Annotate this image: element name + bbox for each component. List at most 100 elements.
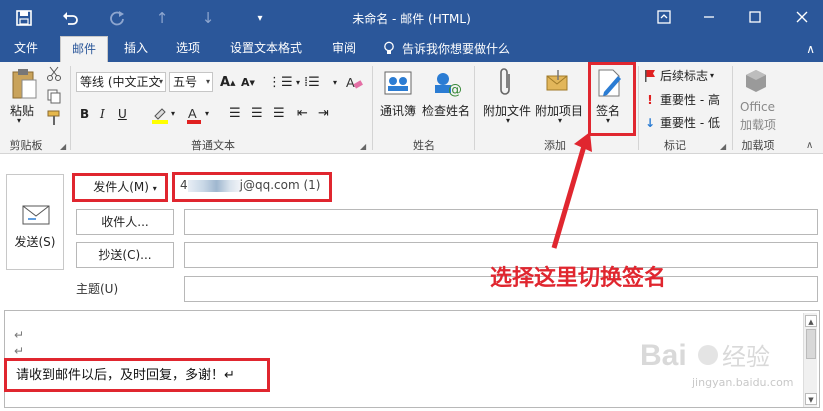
send-label: 发送(S) — [14, 235, 56, 249]
align-center-icon[interactable]: ☰ — [251, 104, 263, 124]
down-arrow-icon: ↓ — [644, 116, 656, 130]
collapse-ribbon-icon[interactable]: ∧ — [806, 42, 815, 56]
grow-font-icon[interactable]: A ▲ — [220, 73, 235, 93]
numbering-dropdown-icon[interactable]: ▾ — [333, 73, 337, 93]
watermark-url: jingyan.baidu.com — [692, 376, 794, 389]
high-importance-label: 重要性 - 高 — [660, 93, 720, 107]
numbering-icon[interactable]: ⁞☰ — [304, 73, 320, 93]
font-size-value: 五号 — [173, 75, 198, 89]
chevron-down-icon: ▾ — [158, 77, 163, 86]
cc-button[interactable]: 抄送(C)... — [76, 242, 174, 268]
italic-icon[interactable]: I — [100, 104, 105, 124]
increase-indent-icon[interactable]: ⇥ — [318, 104, 329, 124]
paste-dropdown-icon[interactable]: ▾ — [17, 116, 21, 125]
exclamation-icon: ! — [647, 93, 653, 107]
align-right-icon[interactable]: ☰ — [273, 104, 285, 124]
tab-message[interactable]: 邮件 — [60, 36, 108, 62]
bold-icon[interactable]: B — [80, 104, 89, 124]
ribbon-tabs: 文件 邮件 插入 选项 设置文本格式 审阅 告诉我你想要做什么 ∧ — [0, 36, 823, 62]
to-field[interactable] — [184, 209, 818, 235]
minimize-icon[interactable] — [697, 6, 721, 28]
format-painter-icon[interactable] — [46, 110, 62, 129]
svg-text:@: @ — [448, 82, 462, 98]
separator — [372, 66, 373, 150]
close-icon[interactable] — [790, 6, 814, 28]
chevron-down-icon: ▾ — [710, 71, 715, 80]
copy-icon[interactable] — [46, 88, 62, 107]
attach-item-dropdown-icon[interactable]: ▾ — [558, 116, 562, 125]
separator — [474, 66, 475, 150]
office-addins-icon[interactable] — [743, 68, 769, 97]
tab-options[interactable]: 选项 — [170, 36, 206, 62]
annotation-arrow-icon — [551, 132, 592, 249]
send-button[interactable]: 发送(S) — [6, 174, 64, 270]
tags-launcher-icon[interactable]: ◢ — [720, 142, 726, 151]
separator — [70, 66, 71, 150]
office-addins-label-2[interactable]: 加载项 — [740, 116, 776, 133]
highlight-dropdown-icon[interactable]: ▾ — [171, 104, 175, 124]
ribbon: 粘贴 ▾ 剪贴板 ◢ 等线 (中文正文 ▾ 五号 ▾ A ▲ A ▼ ⋮☰ ▾ ⁞☰ ▾… — [0, 62, 823, 154]
title-bar: ↑ ↓ ▾ 未命名 - 邮件 (HTML) — [0, 0, 823, 36]
svg-text:Bai: Bai — [640, 339, 687, 372]
font-color-dropdown-icon[interactable]: ▾ — [205, 104, 209, 124]
tab-insert[interactable]: 插入 — [118, 36, 154, 62]
font-size-select[interactable]: 五号 ▾ — [169, 72, 213, 92]
cut-icon[interactable] — [46, 66, 62, 85]
bullets-dropdown-icon[interactable]: ▾ — [296, 73, 300, 93]
office-addins-label-1[interactable]: Office — [740, 100, 775, 114]
scroll-thumb[interactable] — [806, 329, 816, 359]
low-importance-button[interactable]: ↓ 重要性 - 低 — [643, 113, 720, 133]
from-highlight-box — [72, 173, 168, 202]
font-name-value: 等线 (中文正文 — [80, 75, 161, 89]
check-names-label[interactable]: 检查姓名 — [422, 102, 470, 119]
follow-up-button[interactable]: 后续标志 ▾ — [643, 66, 714, 86]
names-group-label: 姓名 — [413, 139, 435, 152]
scroll-down-icon[interactable]: ▼ — [805, 393, 817, 405]
tab-file[interactable]: 文件 — [8, 36, 44, 62]
collapse-ribbon-arrow-icon[interactable]: ∧ — [806, 140, 813, 151]
high-importance-button[interactable]: ! 重要性 - 高 — [643, 90, 720, 110]
follow-up-label: 后续标志 — [660, 69, 709, 83]
underline-icon[interactable]: U — [118, 104, 127, 124]
paperclip-icon[interactable] — [496, 66, 516, 101]
paste-icon[interactable] — [10, 68, 38, 105]
clipboard-group-label: 剪贴板 — [9, 139, 43, 152]
svg-text:经验: 经验 — [722, 343, 770, 371]
check-names-icon[interactable]: @ — [432, 68, 462, 101]
maximize-icon[interactable] — [743, 6, 767, 28]
basic-text-group-label: 普通文本 — [191, 139, 235, 152]
bullets-icon[interactable]: ⋮☰ — [268, 73, 293, 93]
signature-highlight-box — [588, 62, 636, 136]
envelope-icon — [22, 205, 50, 225]
decrease-indent-icon[interactable]: ⇤ — [297, 104, 308, 124]
paragraph-mark-2: ↵ — [14, 344, 25, 358]
address-book-icon[interactable] — [383, 68, 413, 101]
paragraph-mark-1: ↵ — [14, 328, 25, 342]
scroll-up-icon[interactable]: ▲ — [805, 315, 817, 327]
basic-text-launcher-icon[interactable]: ◢ — [360, 142, 366, 151]
signature-text-highlight-box — [4, 358, 270, 392]
lightbulb-icon — [384, 41, 394, 54]
ribbon-display-options-icon[interactable] — [652, 6, 676, 28]
addins-group-label: 加载项 — [741, 139, 775, 152]
svg-text:A: A — [188, 106, 197, 121]
align-left-icon[interactable]: ☰ — [229, 104, 241, 124]
tab-format-text[interactable]: 设置文本格式 — [224, 36, 308, 62]
tags-group-label: 标记 — [664, 139, 686, 152]
to-button[interactable]: 收件人... — [76, 209, 174, 235]
font-name-select[interactable]: 等线 (中文正文 ▾ — [76, 72, 166, 92]
tab-review[interactable]: 审阅 — [326, 36, 362, 62]
clipboard-launcher-icon[interactable]: ◢ — [60, 142, 66, 151]
vertical-scrollbar[interactable]: ▲ ▼ — [803, 313, 817, 407]
attach-item-icon[interactable] — [544, 68, 570, 97]
from-account-highlight-box — [172, 172, 332, 202]
clear-formatting-icon[interactable]: A — [346, 74, 364, 93]
shrink-font-icon[interactable]: A ▼ — [241, 73, 255, 93]
address-book-label[interactable]: 通讯簿 — [380, 102, 416, 119]
attach-file-dropdown-icon[interactable]: ▾ — [506, 116, 510, 125]
svg-text:A: A — [346, 75, 355, 90]
tell-me-search[interactable]: 告诉我你想要做什么 — [402, 40, 510, 57]
font-color-icon[interactable]: A — [186, 106, 202, 127]
highlight-icon[interactable] — [151, 106, 169, 127]
low-importance-label: 重要性 - 低 — [660, 116, 720, 130]
